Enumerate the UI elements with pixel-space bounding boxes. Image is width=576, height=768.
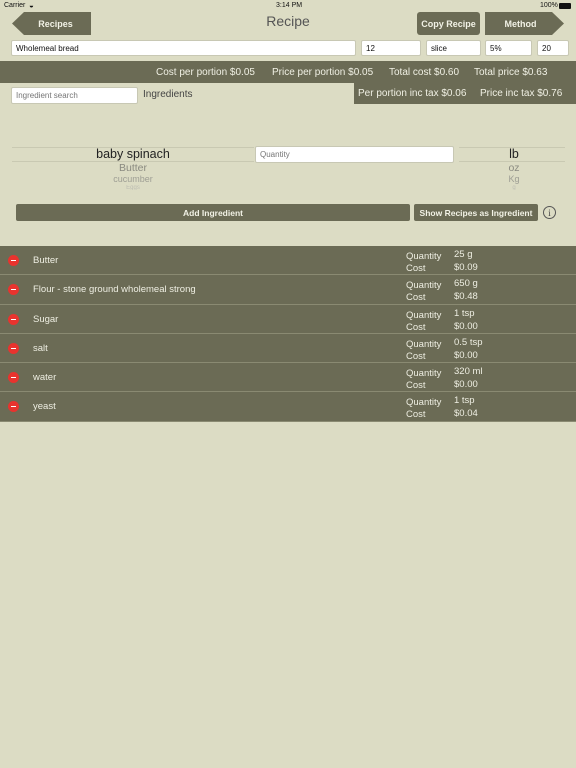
- totals-bar: Cost per portion $0.05 Price per portion…: [0, 61, 576, 83]
- battery-label: 100%: [540, 2, 558, 9]
- info-icon[interactable]: i: [543, 206, 556, 219]
- quantity-value: 650 g: [454, 278, 478, 290]
- ingredient-search-input[interactable]: [11, 87, 138, 104]
- ingredient-row[interactable]: Flour - stone ground wholemeal strong Qu…: [0, 275, 576, 305]
- price-field[interactable]: [537, 40, 569, 56]
- quantity-label: Quantity: [406, 251, 442, 262]
- portions-field[interactable]: [361, 40, 421, 56]
- quantity-value: 1 tsp: [454, 395, 475, 407]
- picker-option[interactable]: Butter: [12, 162, 254, 174]
- cost-per-portion: Cost per portion $0.05: [156, 67, 255, 78]
- quantity-value: 25 g: [454, 249, 473, 260]
- cost-value: $0.48: [454, 291, 478, 303]
- time-label: 3:14 PM: [276, 2, 303, 9]
- method-button[interactable]: Method: [485, 12, 564, 35]
- ingredient-row[interactable]: Butter Quantity Cost 25 g $0.09: [0, 246, 576, 276]
- remove-icon[interactable]: [8, 284, 19, 296]
- cost-label: Cost: [406, 292, 426, 304]
- remove-icon[interactable]: [8, 342, 19, 354]
- quantity-label: Quantity: [406, 280, 442, 292]
- portion-unit-field[interactable]: [426, 40, 481, 56]
- ingredient-name: Butter: [33, 255, 59, 266]
- remove-icon[interactable]: [8, 313, 19, 325]
- total-cost: Total cost $0.60: [389, 67, 460, 78]
- ingredient-name: yeast: [33, 401, 56, 413]
- tax-field[interactable]: [485, 40, 532, 56]
- recipe-name-field[interactable]: [11, 40, 356, 56]
- tax-totals-bar: Per portion inc tax $0.06 Price inc tax …: [354, 83, 576, 104]
- picker-option[interactable]: cucumber: [12, 174, 254, 184]
- quantity-value: 0.5 tsp: [454, 336, 483, 348]
- unit-picker[interactable]: lb oz Kg g: [459, 142, 565, 194]
- unit-option[interactable]: oz: [459, 162, 569, 174]
- add-ingredient-button[interactable]: Add Ingredient: [16, 204, 410, 221]
- unit-option[interactable]: g: [459, 185, 569, 190]
- cost-value: $0.00: [454, 379, 478, 391]
- quantity-label: Quantity: [406, 368, 442, 380]
- ingredient-row[interactable]: salt Quantity Cost 0.5 tsp $0.00: [0, 333, 576, 364]
- picker-option-selected[interactable]: baby spinach: [12, 147, 254, 161]
- quantity-value: 320 ml: [454, 366, 483, 378]
- ingredient-list: Butter Quantity Cost 25 g $0.09 Flour - …: [0, 246, 576, 422]
- price-inc-tax: Price inc tax $0.76: [480, 88, 563, 99]
- cost-value: $0.09: [454, 262, 478, 273]
- quantity-input[interactable]: [255, 146, 454, 163]
- copy-recipe-button[interactable]: Copy Recipe: [417, 12, 480, 35]
- show-recipes-as-ingredient-button[interactable]: Show Recipes as Ingredient: [414, 204, 538, 221]
- quantity-label: Quantity: [406, 309, 442, 321]
- ingredient-row[interactable]: water Quantity Cost 320 ml $0.00: [0, 363, 576, 393]
- total-price: Total price $0.63: [474, 67, 548, 78]
- cost-label: Cost: [406, 380, 426, 392]
- remove-icon[interactable]: [8, 401, 19, 413]
- remove-icon[interactable]: [8, 255, 19, 266]
- ingredients-label: Ingredients: [143, 89, 193, 100]
- cost-value: $0.00: [454, 320, 478, 332]
- ingredient-name: Sugar: [33, 313, 59, 325]
- ingredient-name: Flour - stone ground wholemeal strong: [33, 284, 196, 296]
- cost-value: $0.00: [454, 349, 478, 361]
- remove-icon[interactable]: [8, 372, 19, 384]
- ingredient-row[interactable]: Sugar Quantity Cost 1 tsp $0.00: [0, 304, 576, 334]
- quantity-label: Quantity: [406, 338, 442, 350]
- price-per-portion: Price per portion $0.05: [272, 67, 374, 78]
- unit-option-selected[interactable]: lb: [459, 147, 569, 161]
- picker-option[interactable]: Eggs: [12, 185, 254, 190]
- cost-label: Cost: [406, 263, 426, 274]
- cost-label: Cost: [406, 409, 426, 421]
- per-portion-inc-tax: Per portion inc tax $0.06: [358, 88, 467, 99]
- quantity-value: 1 tsp: [454, 307, 475, 319]
- cost-label: Cost: [406, 321, 426, 333]
- ingredient-row[interactable]: yeast Quantity Cost 1 tsp $0.04: [0, 392, 576, 422]
- ingredient-picker[interactable]: baby spinach Butter cucumber Eggs: [12, 142, 254, 194]
- ingredient-name: salt: [33, 342, 48, 354]
- ingredient-name: water: [33, 372, 57, 384]
- status-bar: Carrier ◒ 3:14 PM 100%: [0, 0, 576, 12]
- cost-label: Cost: [406, 350, 426, 362]
- cost-value: $0.04: [454, 408, 478, 420]
- carrier-label: Carrier: [4, 2, 26, 9]
- quantity-label: Quantity: [406, 397, 442, 409]
- battery-icon: [559, 3, 571, 9]
- unit-option[interactable]: Kg: [459, 174, 569, 184]
- wifi-icon: ◒: [29, 1, 34, 10]
